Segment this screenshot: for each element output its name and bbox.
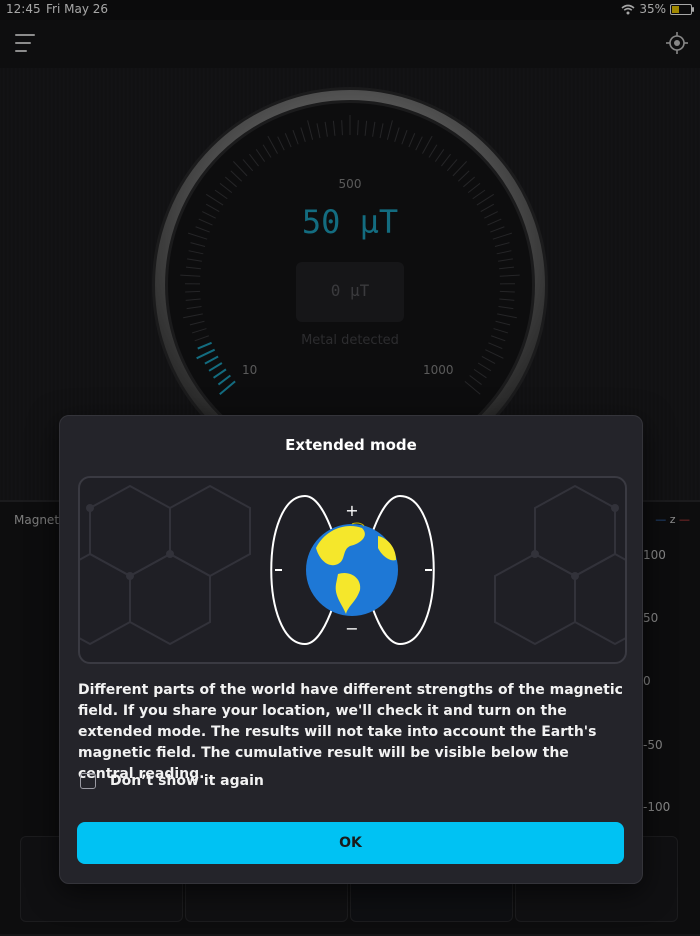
minus-sign: − <box>345 619 358 638</box>
dont-show-again-row[interactable]: Don’t show it again <box>80 773 264 789</box>
globe-icon <box>306 523 398 616</box>
dialog-body: Different parts of the world have differ… <box>78 680 628 785</box>
ok-button[interactable]: OK <box>77 822 624 864</box>
plus-sign: + <box>345 501 358 520</box>
dont-show-again-label: Don’t show it again <box>110 773 264 789</box>
dont-show-again-checkbox[interactable] <box>80 773 96 789</box>
dialog-title: Extended mode <box>60 436 642 454</box>
dialog-illustration: + − <box>78 476 627 664</box>
extended-mode-dialog: Extended mode <box>59 415 643 884</box>
